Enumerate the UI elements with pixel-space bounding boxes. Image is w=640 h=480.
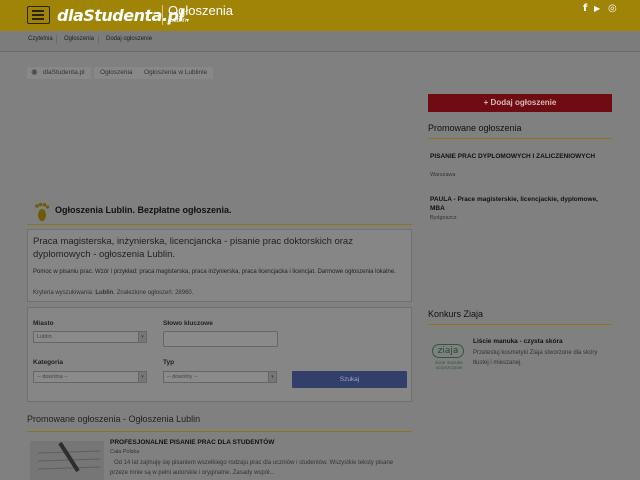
criteria-prefix: Kryteria wyszukiwania: (33, 290, 96, 296)
menu-icon-line (32, 18, 44, 20)
city-select-value: Lublin (37, 334, 52, 340)
keyword-label: Słowo kluczowe (163, 320, 213, 327)
city-selector-label: Lublin (170, 18, 187, 24)
select-arrow-icon: ▾ (268, 372, 276, 382)
promoted-item-title[interactable]: PROFESJONALNE PISANIE PRAC DLA STUDENTÓW (110, 439, 274, 446)
criteria-city: Lublin (95, 290, 114, 296)
ziaja-logo[interactable]: ziaja liście manuka oczyszczanie (430, 342, 467, 374)
hamburger-menu-button[interactable] (27, 6, 50, 24)
site-logo[interactable]: dlaStudenta.pl (57, 6, 184, 25)
sidebar-promoted-location-1: Warszawa (430, 172, 456, 178)
page-heading: Ogłoszenia Lublin. Bezpłatne ogłoszenia. (55, 205, 232, 215)
promoted-underline (27, 431, 412, 432)
sidebar-promoted-title-2[interactable]: PAULA - Prace magisterskie, licencjackie… (430, 195, 605, 213)
contest-title[interactable]: Liście manuka - czysta skóra (473, 338, 563, 345)
chevron-down-icon: ▾ (186, 18, 190, 24)
category-label: Kategoria (33, 359, 63, 366)
subnav-czytelnia[interactable]: Czytelnia (28, 36, 53, 42)
sidebar-promoted-location-2: Bydgoszcz (430, 215, 457, 221)
keyword-input[interactable] (163, 331, 278, 347)
breadcrumb-ogloszenia[interactable]: Ogłoszenia (94, 67, 139, 79)
subnav-dodaj-ogloszenie[interactable]: Dodaj ogłoszenie (106, 36, 152, 42)
type-label: Typ (163, 359, 175, 366)
sidebar-underline (428, 138, 612, 139)
contest-text: Przetestuj kosmetyki Ziaja stworzone dla… (473, 350, 598, 366)
sub-navigation (0, 31, 640, 52)
ziaja-logo-sub: liście manuka oczyszczanie (435, 360, 463, 370)
category-select[interactable]: -- dowolna -- ▾ (33, 371, 147, 383)
listing-title: Praca magisterska, inżynierska, licencja… (33, 236, 353, 260)
listing-description: Pomoc w pisaniu prac. Wzór i przykład: p… (33, 269, 396, 275)
select-arrow-icon: ▾ (138, 332, 146, 342)
search-button[interactable]: Szukaj (292, 371, 407, 388)
sidebar-promoted-title-1[interactable]: PISANIE PRAC DYPLOMOWYCH I ZALICZENIOWYC… (430, 152, 605, 161)
subnav-ogloszenia[interactable]: Ogłoszenia (64, 36, 94, 42)
pen-writing-image (30, 441, 104, 480)
paw-icon: ❋ (31, 68, 38, 77)
add-listing-button[interactable]: + Dodaj ogłoszenie (428, 94, 612, 112)
ziaja-logo-text: ziaja (432, 344, 464, 358)
city-selector[interactable]: Lublin▾ (170, 17, 189, 24)
menu-icon-line (32, 14, 44, 16)
city-select[interactable]: Lublin ▾ (33, 331, 147, 343)
breadcrumb-home[interactable]: ❋ dlaStudenta.pl (27, 67, 91, 79)
criteria-count: . Znalezione ogłoszeń: 28960. (113, 290, 194, 296)
footprint-icon (35, 202, 50, 221)
breadcrumb-lublin: Ogłoszenia w Lublinie (138, 67, 214, 79)
type-select[interactable]: -- dowolny -- ▾ (163, 371, 277, 383)
promoted-item-location: Cała Polska (110, 449, 140, 455)
city-label: Miasto (33, 320, 54, 327)
subnav-separator (98, 35, 99, 44)
section-title[interactable]: Ogłoszenia (168, 3, 233, 18)
breadcrumb-home-label: dlaStudenta.pl (43, 69, 85, 76)
select-arrow-icon: ▾ (138, 372, 146, 382)
promoted-heading: Promowane ogłoszenia - Ogłoszenia Lublin (27, 414, 201, 424)
menu-icon (32, 10, 44, 12)
instagram-icon[interactable]: ◎ (608, 3, 617, 14)
heading-underline (27, 224, 412, 225)
logo-divider (162, 5, 163, 25)
facebook-icon[interactable]: f (583, 3, 587, 14)
contest-heading: Konkurs Ziaja (428, 309, 484, 319)
type-select-value: -- dowolny -- (167, 374, 198, 380)
subnav-separator (56, 35, 57, 44)
youtube-icon[interactable]: ▶ (594, 4, 600, 13)
search-criteria: Kryteria wyszukiwania: Lublin. Znalezion… (33, 290, 193, 296)
promoted-item-text: Od 14 lat zajmuję się pisaniem wszelkieg… (110, 460, 394, 476)
category-select-value: -- dowolna -- (37, 374, 68, 380)
sidebar-promoted-heading: Promowane ogłoszenia (428, 123, 522, 133)
listing-thumbnail[interactable] (30, 441, 104, 480)
contest-underline (428, 324, 612, 325)
